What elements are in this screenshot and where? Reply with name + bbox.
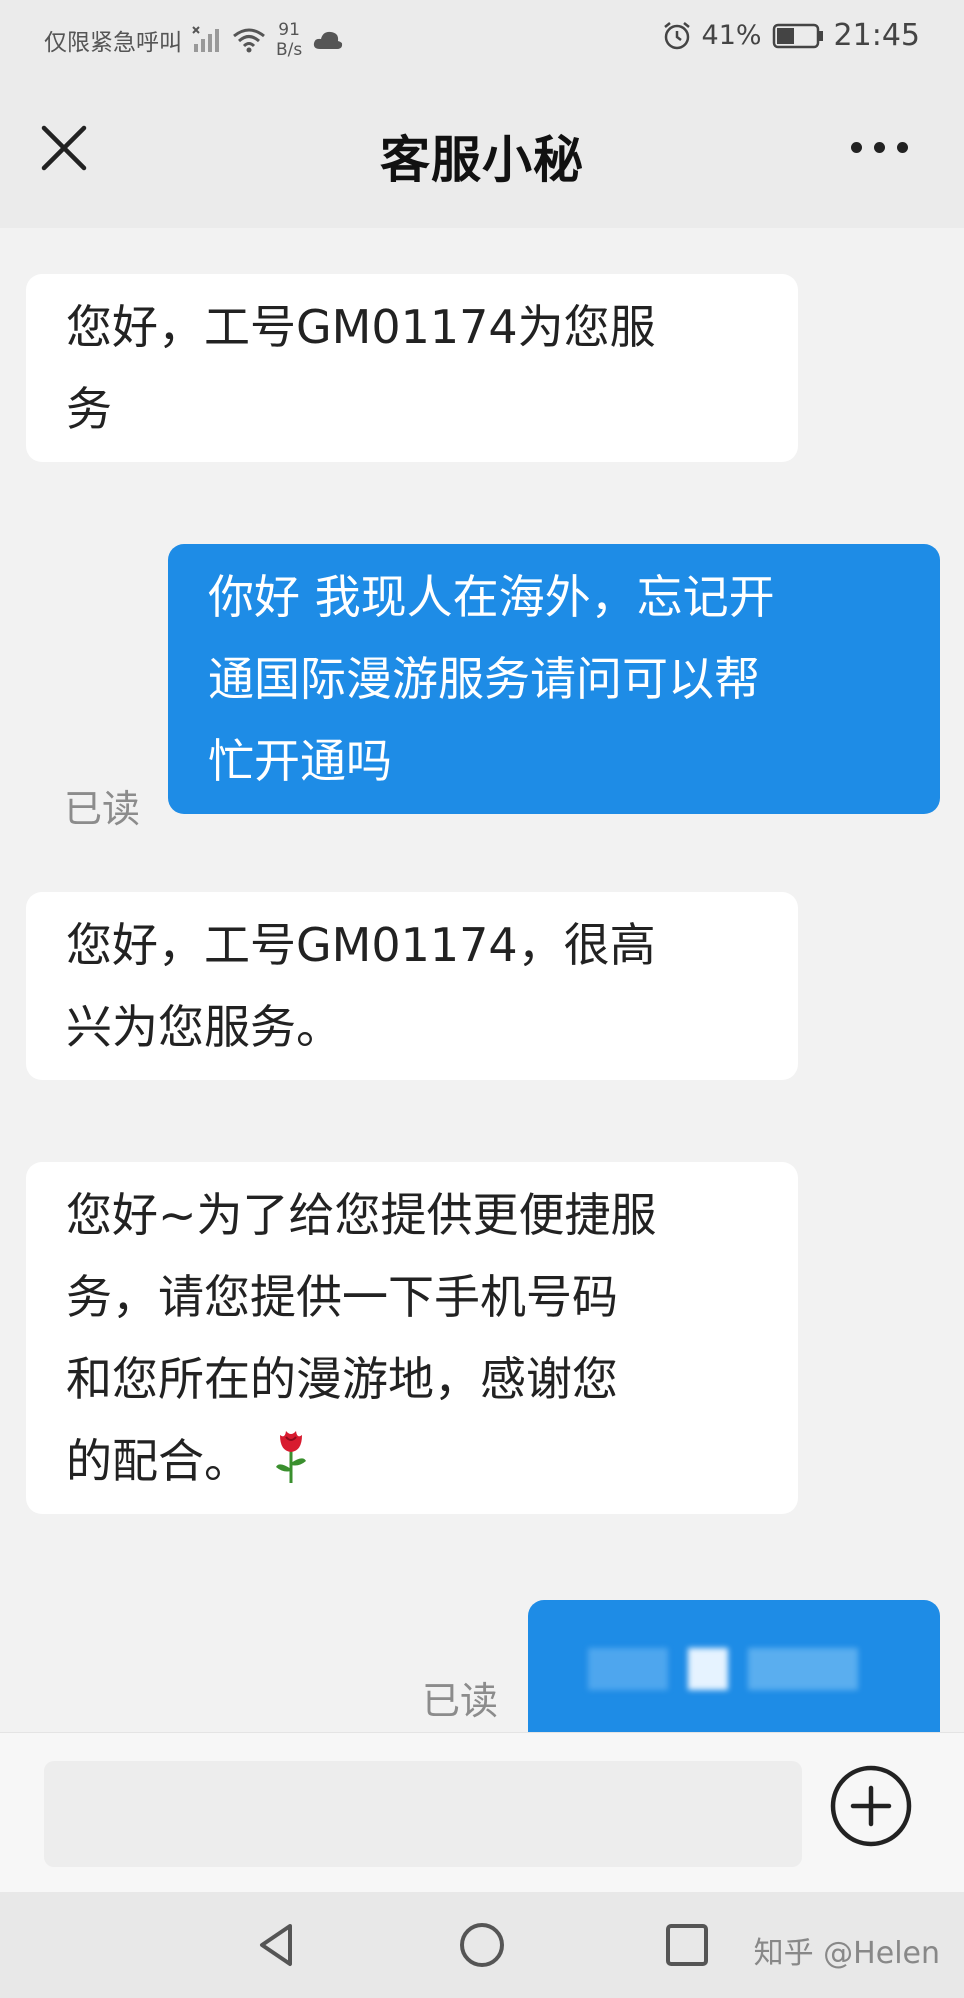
message-line: 兴为您服务。: [66, 1000, 342, 1054]
status-right: 41% 21:45: [662, 18, 920, 53]
recents-square-icon[interactable]: [660, 1918, 714, 1972]
message-list[interactable]: 您好，工号GM01174为您服 务 已读 你好 我现人在海外，忘记开 通国际漫游…: [0, 228, 964, 1732]
message-line: 务: [66, 382, 112, 436]
net-speed-value: 91: [278, 20, 300, 40]
clock: 21:45: [833, 18, 920, 53]
message-line: 通国际漫游服务请问可以帮: [208, 652, 760, 706]
home-circle-icon[interactable]: [455, 1918, 509, 1972]
redaction-block: [688, 1648, 728, 1690]
message-bubble-outgoing-redacted[interactable]: [528, 1600, 940, 1732]
message-line: 务，请您提供一下手机号码: [66, 1270, 618, 1324]
message-line: 您好~为了给您提供更便捷服: [66, 1188, 657, 1242]
message-line: 您好，工号GM01174，很高: [66, 918, 656, 972]
chat-header: 客服小秘: [0, 72, 964, 228]
status-left: 仅限紧急呼叫 91 B/s: [44, 20, 344, 60]
message-line: 您好，工号GM01174为您服: [66, 300, 656, 354]
carrier-text: 仅限紧急呼叫: [44, 30, 182, 56]
net-speed-unit: B/s: [276, 40, 303, 60]
cloud-icon: [314, 31, 343, 49]
battery-icon: [772, 23, 823, 48]
message-line: 你好 我现人在海外，忘记开: [208, 570, 775, 624]
status-bar: 仅限紧急呼叫 91 B/s 41% 21:45: [0, 0, 964, 72]
redaction-block: [588, 1648, 668, 1690]
message-bubble-incoming[interactable]: 您好~为了给您提供更便捷服 务，请您提供一下手机号码 和您所在的漫游地，感谢您 …: [26, 1162, 798, 1514]
input-bar: [0, 1732, 964, 1892]
redaction-block: [748, 1648, 858, 1690]
chat-screen: 仅限紧急呼叫 91 B/s 41% 21:45 客服小秘 您好，工号GM0117…: [0, 0, 964, 1998]
page-title: 客服小秘: [380, 131, 584, 189]
plus-circle-icon[interactable]: [828, 1763, 914, 1849]
more-icon[interactable]: [851, 142, 908, 153]
message-bubble-incoming[interactable]: 您好，工号GM01174为您服 务: [26, 274, 798, 462]
back-triangle-icon[interactable]: [250, 1918, 304, 1972]
message-line: 忙开通吗: [208, 734, 392, 788]
more-dot: [874, 142, 885, 153]
read-receipt: 已读: [422, 1679, 499, 1723]
system-nav-bar: 知乎 @Helen: [0, 1892, 964, 1998]
signal-icon: [192, 26, 219, 52]
battery-percent: 41%: [701, 20, 762, 51]
net-speed: 91 B/s: [276, 20, 302, 60]
message-line: 和您所在的漫游地，感谢您: [66, 1352, 618, 1406]
rose-icon: [276, 1431, 306, 1483]
message-line: 的配合。: [66, 1434, 250, 1488]
message-line-with-emoji: 的配合。: [66, 1420, 758, 1502]
wifi-icon: [233, 28, 265, 53]
more-dot: [897, 142, 908, 153]
message-input[interactable]: [44, 1761, 802, 1867]
message-bubble-incoming[interactable]: 您好，工号GM01174，很高 兴为您服务。: [26, 892, 798, 1080]
redacted-content: [588, 1648, 858, 1690]
read-receipt: 已读: [64, 787, 141, 831]
watermark: 知乎 @Helen: [753, 1936, 940, 1971]
more-dot: [851, 142, 862, 153]
message-bubble-outgoing[interactable]: 你好 我现人在海外，忘记开 通国际漫游服务请问可以帮 忙开通吗: [168, 544, 940, 814]
alarm-icon: [663, 21, 690, 49]
